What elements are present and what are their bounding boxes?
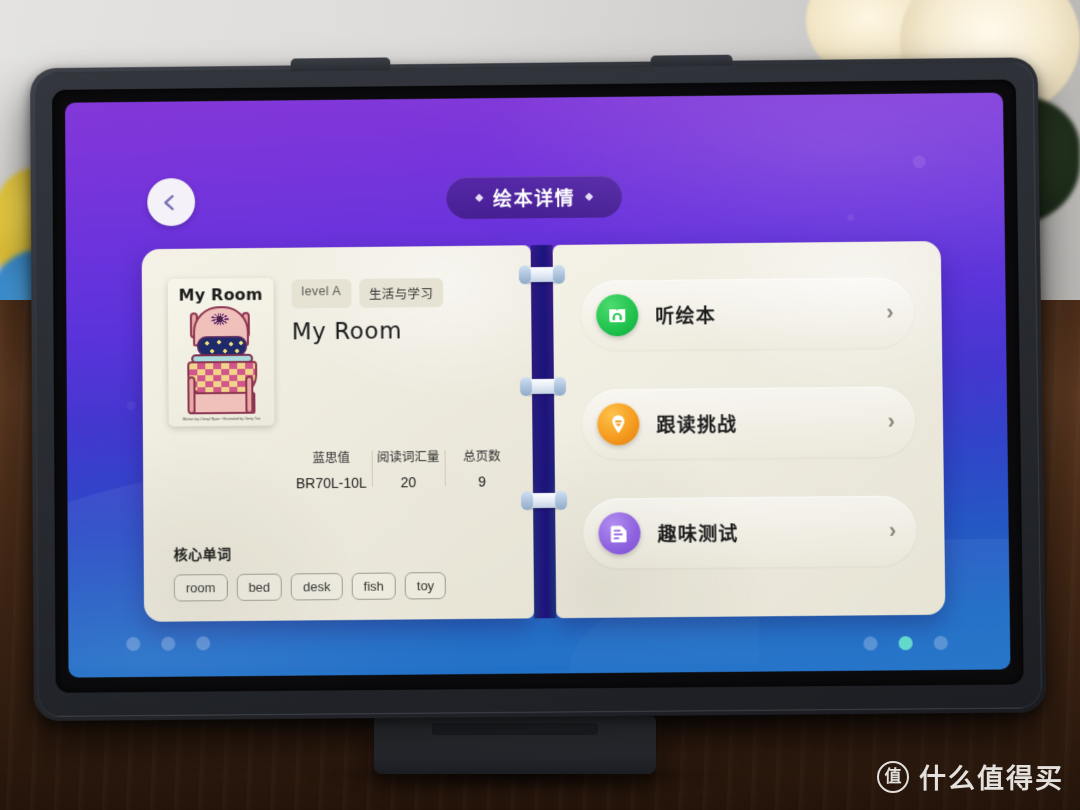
action-label: 听绘本 [655, 305, 717, 328]
book-title: My Room [291, 318, 403, 346]
cover-credit: Written by Cheryl Ryan • Illustrated by … [182, 416, 261, 422]
book-cover-image: My Room Written by Cheryl Ryan • Illustr… [167, 277, 275, 427]
tablet-bezel: 绘本详情 My Room Written by Cheryl Ryan • Il… [52, 79, 1024, 693]
bed-illustration [179, 305, 264, 417]
spiral-ring [523, 378, 563, 395]
watermark-logo: 值 [877, 760, 909, 793]
bokeh-dot [912, 155, 926, 169]
watermark: 值 什么值得买 [877, 757, 1064, 796]
page-title-pill: 绘本详情 [446, 175, 623, 220]
stat-vocabulary: 阅读词汇量 20 [371, 446, 445, 491]
status-dot [863, 636, 878, 651]
tablet-device: 绘本详情 My Room Written by Cheryl Ryan • Il… [30, 54, 1047, 722]
status-dot [196, 636, 211, 651]
status-dot-active [898, 636, 913, 651]
headphone-book-icon [596, 294, 639, 337]
bed-post [187, 376, 196, 415]
status-dots-right [863, 635, 948, 651]
action-read-challenge[interactable]: 跟读挑战 › [582, 386, 916, 460]
core-words-heading: 核心单词 [173, 545, 232, 563]
stat-label: 蓝思值 [312, 450, 350, 466]
diamond-icon [585, 192, 594, 201]
chevron-right-icon: › [888, 517, 897, 543]
stat-value: BR70L-10L [295, 474, 367, 492]
status-dot [161, 636, 176, 651]
core-word-chip[interactable]: desk [290, 572, 343, 601]
action-label: 跟读挑战 [656, 414, 738, 437]
chevron-right-icon: › [886, 299, 894, 325]
level-tag: level A [291, 278, 352, 309]
category-tag: 生活与学习 [358, 278, 444, 308]
stat-lexile: 蓝思值 BR70L-10L [291, 447, 372, 492]
core-word-chip[interactable]: toy [404, 572, 447, 600]
action-quiz[interactable]: 趣味测试 › [583, 495, 917, 569]
tablet-screen: 绘本详情 My Room Written by Cheryl Ryan • Il… [65, 92, 1011, 678]
stat-label: 阅读词汇量 [376, 449, 440, 465]
watermark-text: 什么值得买 [919, 764, 1064, 794]
core-word-chip[interactable]: room [173, 574, 228, 602]
microphone-icon [597, 402, 640, 446]
quiz-paper-icon [598, 512, 641, 555]
action-listen-book[interactable]: 听绘本 › [580, 277, 915, 351]
core-word-chip[interactable]: fish [351, 572, 396, 600]
bokeh-dot [126, 400, 136, 410]
case-nub [650, 54, 733, 67]
spiral-ring [522, 266, 561, 283]
action-label: 趣味测试 [657, 523, 739, 546]
book-tags: level A 生活与学习 [291, 277, 506, 309]
book-meta: level A 生活与学习 My Room [291, 277, 506, 345]
action-list: 听绘本 › 跟读挑战 › 趣味测试 › [580, 277, 917, 569]
chevron-right-icon: › [887, 408, 896, 434]
stat-value: 9 [478, 473, 487, 490]
bokeh-dot [847, 213, 855, 221]
chevron-left-icon [164, 194, 175, 211]
bed-post [245, 375, 254, 414]
book-spread: My Room Written by Cheryl Ryan • Illustr… [141, 241, 946, 622]
back-button[interactable] [147, 177, 196, 227]
status-dots-left [126, 636, 211, 652]
book-info-card: My Room Written by Cheryl Ryan • Illustr… [141, 245, 535, 622]
stat-label: 总页数 [463, 449, 501, 464]
tablet-stand [374, 716, 656, 774]
status-dot [126, 636, 141, 652]
book-actions-card: 听绘本 › 跟读挑战 › 趣味测试 › [552, 241, 946, 619]
spiral-ring [524, 492, 564, 509]
case-nub [290, 57, 391, 72]
stat-value: 20 [400, 474, 417, 491]
core-word-chip[interactable]: bed [236, 573, 283, 601]
diamond-icon [474, 193, 484, 203]
status-dot [933, 635, 948, 650]
cover-title: My Room [178, 284, 263, 305]
page-title: 绘本详情 [492, 188, 576, 211]
book-stats: 蓝思值 BR70L-10L 阅读词汇量 20 总页数 9 [291, 445, 519, 491]
stat-pages: 总页数 9 [445, 445, 519, 490]
core-words-list: room bed desk fish toy [173, 572, 447, 602]
